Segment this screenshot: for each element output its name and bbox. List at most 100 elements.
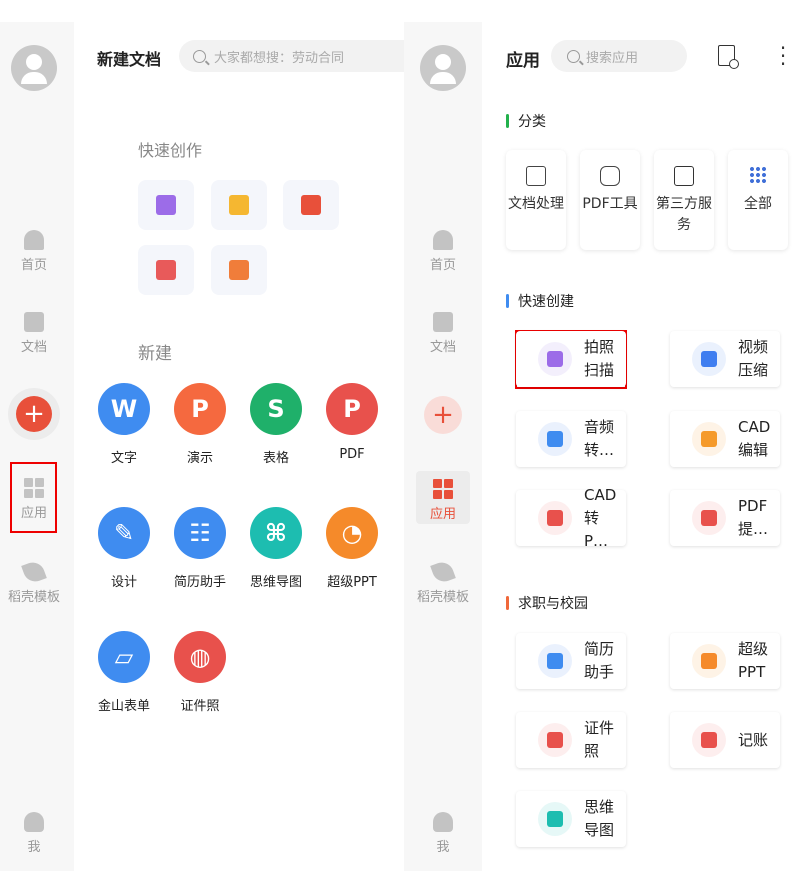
category-card[interactable]: PDF工具 bbox=[580, 150, 640, 250]
nav-label: 稻壳模板 bbox=[416, 590, 469, 605]
quick-tile[interactable] bbox=[211, 180, 267, 230]
app-icon-bg bbox=[538, 422, 572, 456]
nav-apps[interactable]: 应用 bbox=[413, 479, 473, 522]
nav-templates[interactable]: 稻壳模板 bbox=[4, 559, 64, 605]
create-button[interactable]: + bbox=[16, 396, 52, 432]
app-card-label: 思维导图 bbox=[584, 798, 615, 839]
app-icon: ⌘ bbox=[250, 507, 302, 559]
app-card[interactable]: PDF提… bbox=[670, 490, 780, 546]
pdf-hexagon-icon bbox=[600, 166, 620, 186]
app-card[interactable]: CAD转P… bbox=[516, 486, 626, 550]
app-icon bbox=[701, 732, 717, 748]
new-app-item[interactable]: W 文字 bbox=[86, 383, 162, 466]
new-app-item[interactable]: ☷ 简历助手 bbox=[162, 507, 238, 590]
app-icon bbox=[547, 351, 563, 367]
new-app-item[interactable]: ⌘ 思维导图 bbox=[238, 507, 314, 590]
app-icon-bg bbox=[538, 501, 572, 535]
app-card-label: 音频转… bbox=[584, 418, 615, 459]
create-button[interactable]: + bbox=[424, 396, 462, 434]
leaf-icon bbox=[21, 559, 47, 585]
nav-label: 稻壳模板 bbox=[7, 590, 60, 605]
app-card-label: 简历助手 bbox=[584, 640, 615, 681]
apps-icon bbox=[433, 479, 453, 499]
new-app-item[interactable]: ◔ 超级PPT bbox=[314, 507, 390, 590]
recent-doc-icon[interactable] bbox=[718, 45, 739, 69]
app-card[interactable]: 超级PPT bbox=[670, 633, 780, 689]
app-icon: P bbox=[326, 383, 378, 435]
document-icon bbox=[24, 312, 44, 332]
new-app-item[interactable]: S 表格 bbox=[238, 383, 314, 466]
right-sidebar bbox=[404, 22, 482, 871]
page-title: 应用 bbox=[506, 51, 540, 71]
section-category: 分类 bbox=[506, 111, 546, 131]
highlight-box bbox=[10, 462, 57, 533]
quick-tile[interactable] bbox=[211, 245, 267, 295]
nav-docs[interactable]: 文档 bbox=[413, 312, 473, 355]
category-card[interactable]: 文档处理 bbox=[506, 150, 566, 250]
nav-templates[interactable]: 稻壳模板 bbox=[413, 559, 473, 605]
category-label: PDF工具 bbox=[582, 196, 638, 212]
quick-tile[interactable] bbox=[138, 245, 194, 295]
category-card[interactable]: 全部 bbox=[728, 150, 788, 250]
app-card[interactable]: 证件照 bbox=[516, 712, 626, 768]
app-card[interactable]: 音频转… bbox=[516, 411, 626, 467]
page-title: 新建文档 bbox=[97, 50, 162, 69]
new-app-item[interactable]: ✎ 设计 bbox=[86, 507, 162, 590]
app-icon bbox=[701, 653, 717, 669]
nav-home[interactable]: 首页 bbox=[413, 230, 473, 273]
app-card-label: CAD转P… bbox=[584, 485, 617, 550]
app-icon: ☷ bbox=[174, 507, 226, 559]
scan-icon bbox=[156, 195, 176, 215]
user-icon bbox=[433, 812, 453, 832]
app-label: 金山表单 bbox=[97, 699, 150, 714]
app-icon bbox=[547, 431, 563, 447]
layout-icon bbox=[674, 166, 694, 186]
avatar[interactable] bbox=[11, 45, 57, 91]
new-app-item[interactable]: ▱ 金山表单 bbox=[86, 631, 162, 714]
app-card[interactable]: CAD编辑 bbox=[670, 411, 780, 467]
app-card[interactable]: 记账 bbox=[670, 712, 780, 768]
app-icon: ▱ bbox=[98, 631, 150, 683]
new-app-item[interactable]: P PDF bbox=[314, 383, 390, 462]
app-card[interactable]: 视频压缩 bbox=[670, 331, 780, 387]
app-card-label: 拍照扫描 bbox=[584, 338, 615, 379]
person-icon bbox=[301, 195, 321, 215]
section-quick: 快速创建 bbox=[506, 291, 574, 311]
quick-tile[interactable] bbox=[283, 180, 339, 230]
app-icon: ◍ bbox=[174, 631, 226, 683]
more-icon[interactable]: · · · bbox=[778, 38, 788, 74]
quick-tile[interactable] bbox=[138, 180, 194, 230]
avatar[interactable] bbox=[420, 45, 466, 91]
app-label: 超级PPT bbox=[327, 575, 377, 590]
category-label: 文档处理 bbox=[508, 196, 564, 212]
app-icon bbox=[547, 653, 563, 669]
app-card-label: 视频压缩 bbox=[738, 338, 769, 379]
app-icon-bg bbox=[692, 723, 726, 757]
search-input[interactable]: 搜索应用 bbox=[551, 40, 687, 72]
category-card[interactable]: 第三方服务 bbox=[654, 150, 714, 250]
app-card[interactable]: 思维导图 bbox=[516, 791, 626, 847]
section-new: 新建 bbox=[138, 344, 172, 364]
nav-label: 我 bbox=[436, 840, 450, 855]
app-icon bbox=[547, 732, 563, 748]
app-label: 思维导图 bbox=[249, 575, 302, 590]
app-icon-bg bbox=[692, 342, 726, 376]
section-career: 求职与校园 bbox=[506, 593, 588, 613]
app-card-label: PDF提… bbox=[738, 497, 769, 538]
new-app-item[interactable]: P 演示 bbox=[162, 383, 238, 466]
nav-docs[interactable]: 文档 bbox=[4, 312, 64, 355]
app-card-label: 记账 bbox=[738, 730, 769, 749]
file-text-icon bbox=[526, 166, 546, 186]
nav-label: 首页 bbox=[20, 258, 47, 273]
nav-home[interactable]: 首页 bbox=[4, 230, 64, 273]
nav-me[interactable]: 我 bbox=[4, 812, 64, 855]
app-card-label: 证件照 bbox=[584, 719, 615, 760]
app-card[interactable]: 简历助手 bbox=[516, 633, 626, 689]
new-app-item[interactable]: ◍ 证件照 bbox=[162, 631, 238, 714]
app-label: 文字 bbox=[110, 451, 137, 466]
nav-me[interactable]: 我 bbox=[413, 812, 473, 855]
app-card[interactable]: 拍照扫描 bbox=[516, 331, 626, 387]
app-label: 简历助手 bbox=[173, 575, 226, 590]
search-input[interactable]: 大家都想搜：劳动合同 bbox=[179, 40, 419, 72]
app-icon-bg bbox=[692, 501, 726, 535]
